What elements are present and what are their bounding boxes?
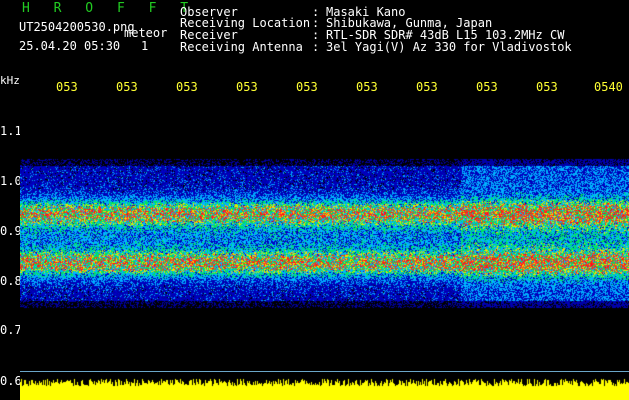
x-tick-label: 053 xyxy=(416,80,438,94)
x-tick-label: 053 xyxy=(176,80,198,94)
x-tick-label: 053 xyxy=(116,80,138,94)
x-tick-label: 0540 xyxy=(594,80,623,94)
y-tick-label: 1.0 xyxy=(0,174,22,188)
x-tick-label: 053 xyxy=(356,80,378,94)
y-tick-label: 0.8 xyxy=(0,274,22,288)
y-tick-label: 1.1 xyxy=(0,124,22,138)
meteor-label: meteor xyxy=(124,26,168,40)
spectrogram-plot xyxy=(20,98,629,400)
spectrogram-canvas xyxy=(20,98,629,400)
meteor-count: 1 xyxy=(141,39,149,53)
x-tick-label: 053 xyxy=(296,80,318,94)
antenna-separator: : xyxy=(312,40,320,54)
y-tick-label: 0.6 xyxy=(0,374,22,388)
x-tick-label: 053 xyxy=(536,80,558,94)
baseline-divider xyxy=(20,371,629,372)
antenna-label: Receiving Antenna xyxy=(180,40,303,54)
y-tick-label: 0.9 xyxy=(0,224,22,238)
x-tick-label: 053 xyxy=(476,80,498,94)
y-tick-label: 0.7 xyxy=(0,323,22,337)
timestamp: 25.04.20 05:30 xyxy=(19,39,121,53)
system-title: H R O F F T xyxy=(22,1,197,16)
y-axis-unit: kHz xyxy=(0,74,20,87)
antenna-value: 3el Yagi(V) Az 330 for Vladivostok xyxy=(326,40,572,54)
file-name: UT2504200530.png xyxy=(19,20,135,34)
x-tick-label: 053 xyxy=(56,80,78,94)
x-tick-label: 053 xyxy=(236,80,258,94)
